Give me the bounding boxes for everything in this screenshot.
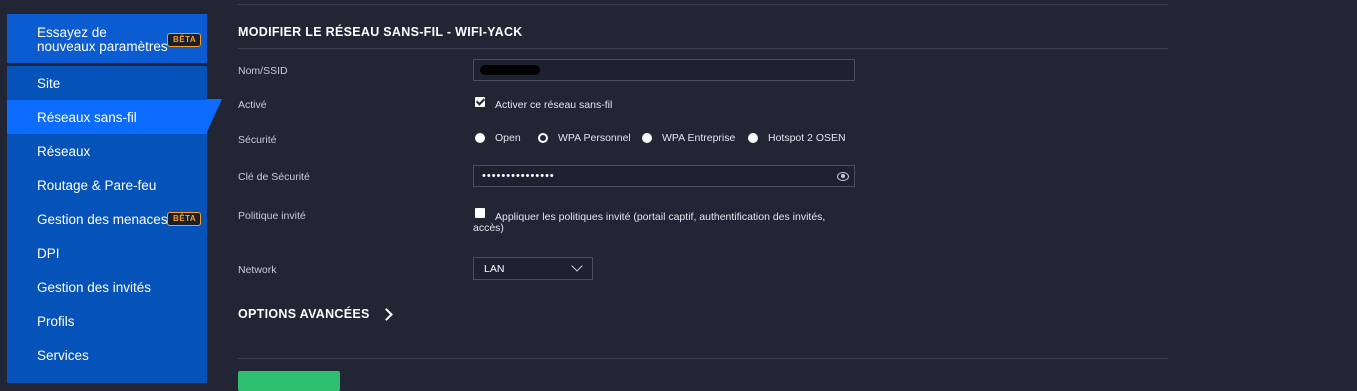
network-select[interactable]: LAN bbox=[473, 257, 593, 280]
security-wpa-personal-radio[interactable] bbox=[538, 133, 548, 143]
guest-policy-label: Politique invité bbox=[238, 210, 306, 222]
security-wpa-personal-text: WPA Personnel bbox=[558, 132, 631, 144]
sidebar-item-threat-management[interactable]: Gestion des menaces BÊTA bbox=[7, 202, 207, 236]
try-new-settings-label: Essayez de nouveaux paramètres bbox=[37, 25, 168, 54]
redacted-ssid bbox=[480, 65, 540, 75]
sidebar-item-label: Réseaux bbox=[37, 144, 91, 159]
ssid-input[interactable] bbox=[473, 59, 855, 81]
eye-icon[interactable] bbox=[837, 172, 849, 181]
security-wpa-enterprise-radio[interactable] bbox=[642, 133, 652, 143]
sidebar-nav: Site Réseaux sans-fil Réseaux Routage & … bbox=[7, 66, 207, 383]
network-select-value: LAN bbox=[484, 263, 505, 275]
chevron-down-icon bbox=[571, 260, 583, 272]
sidebar-item-routing-firewall[interactable]: Routage & Pare-feu bbox=[7, 168, 207, 202]
top-divider bbox=[238, 4, 1168, 5]
network-label: Network bbox=[238, 264, 277, 276]
guest-policy-text-cont: accès) bbox=[473, 222, 504, 234]
enabled-label: Activé bbox=[238, 99, 267, 111]
security-label: Sécurité bbox=[238, 134, 277, 146]
page-title: MODIFIER LE RÉSEAU SANS-FIL - WIFI-YACK bbox=[238, 25, 523, 39]
security-wpa-enterprise-text: WPA Entreprise bbox=[662, 132, 736, 144]
security-hotspot-text: Hotspot 2 OSEN bbox=[768, 132, 846, 144]
save-button[interactable] bbox=[238, 371, 340, 391]
security-hotspot-radio[interactable] bbox=[748, 133, 758, 143]
bottom-divider bbox=[238, 358, 1168, 359]
sidebar-item-label: DPI bbox=[37, 246, 60, 261]
sidebar-item-label: Routage & Pare-feu bbox=[37, 178, 157, 193]
beta-badge: BÊTA bbox=[167, 212, 202, 226]
sidebar: Essayez de nouveaux paramètres BÊTA Site… bbox=[0, 0, 222, 383]
sidebar-item-label: Réseaux sans-fil bbox=[37, 110, 137, 125]
guest-policy-text: Appliquer les politiques invité (portail… bbox=[495, 211, 826, 223]
sidebar-item-services[interactable]: Services bbox=[7, 338, 207, 372]
sidebar-item-guest-control[interactable]: Gestion des invités bbox=[7, 270, 207, 304]
advanced-options-toggle[interactable]: OPTIONS AVANCÉES bbox=[238, 307, 370, 321]
security-key-label: Clé de Sécurité bbox=[238, 171, 310, 183]
security-key-value: ••••••••••••••• bbox=[482, 170, 555, 182]
try-new-settings-item[interactable]: Essayez de nouveaux paramètres BÊTA bbox=[7, 14, 207, 63]
enable-network-text: Activer ce réseau sans-fil bbox=[495, 99, 613, 111]
security-open-radio[interactable] bbox=[475, 133, 485, 143]
ssid-label: Nom/SSID bbox=[238, 65, 288, 77]
beta-badge: BÊTA bbox=[167, 33, 202, 47]
sidebar-item-profiles[interactable]: Profils bbox=[7, 304, 207, 338]
guest-policy-checkbox[interactable] bbox=[475, 208, 485, 218]
security-open-text: Open bbox=[495, 132, 521, 144]
title-divider bbox=[238, 48, 1168, 49]
sidebar-item-dpi[interactable]: DPI bbox=[7, 236, 207, 270]
sidebar-item-label: Profils bbox=[37, 314, 75, 329]
sidebar-item-wireless[interactable]: Réseaux sans-fil bbox=[7, 100, 207, 134]
security-key-input[interactable]: ••••••••••••••• bbox=[473, 165, 855, 187]
sidebar-item-label: Services bbox=[37, 348, 89, 363]
sidebar-item-site[interactable]: Site bbox=[7, 66, 207, 100]
sidebar-item-label: Site bbox=[37, 76, 61, 91]
sidebar-item-label: Gestion des invités bbox=[37, 280, 152, 295]
sidebar-item-label: Gestion des menaces bbox=[37, 212, 168, 227]
sidebar-item-networks[interactable]: Réseaux bbox=[7, 134, 207, 168]
chevron-right-icon[interactable] bbox=[380, 308, 393, 321]
active-item-pointer bbox=[207, 99, 222, 132]
enable-network-checkbox[interactable] bbox=[475, 97, 485, 107]
